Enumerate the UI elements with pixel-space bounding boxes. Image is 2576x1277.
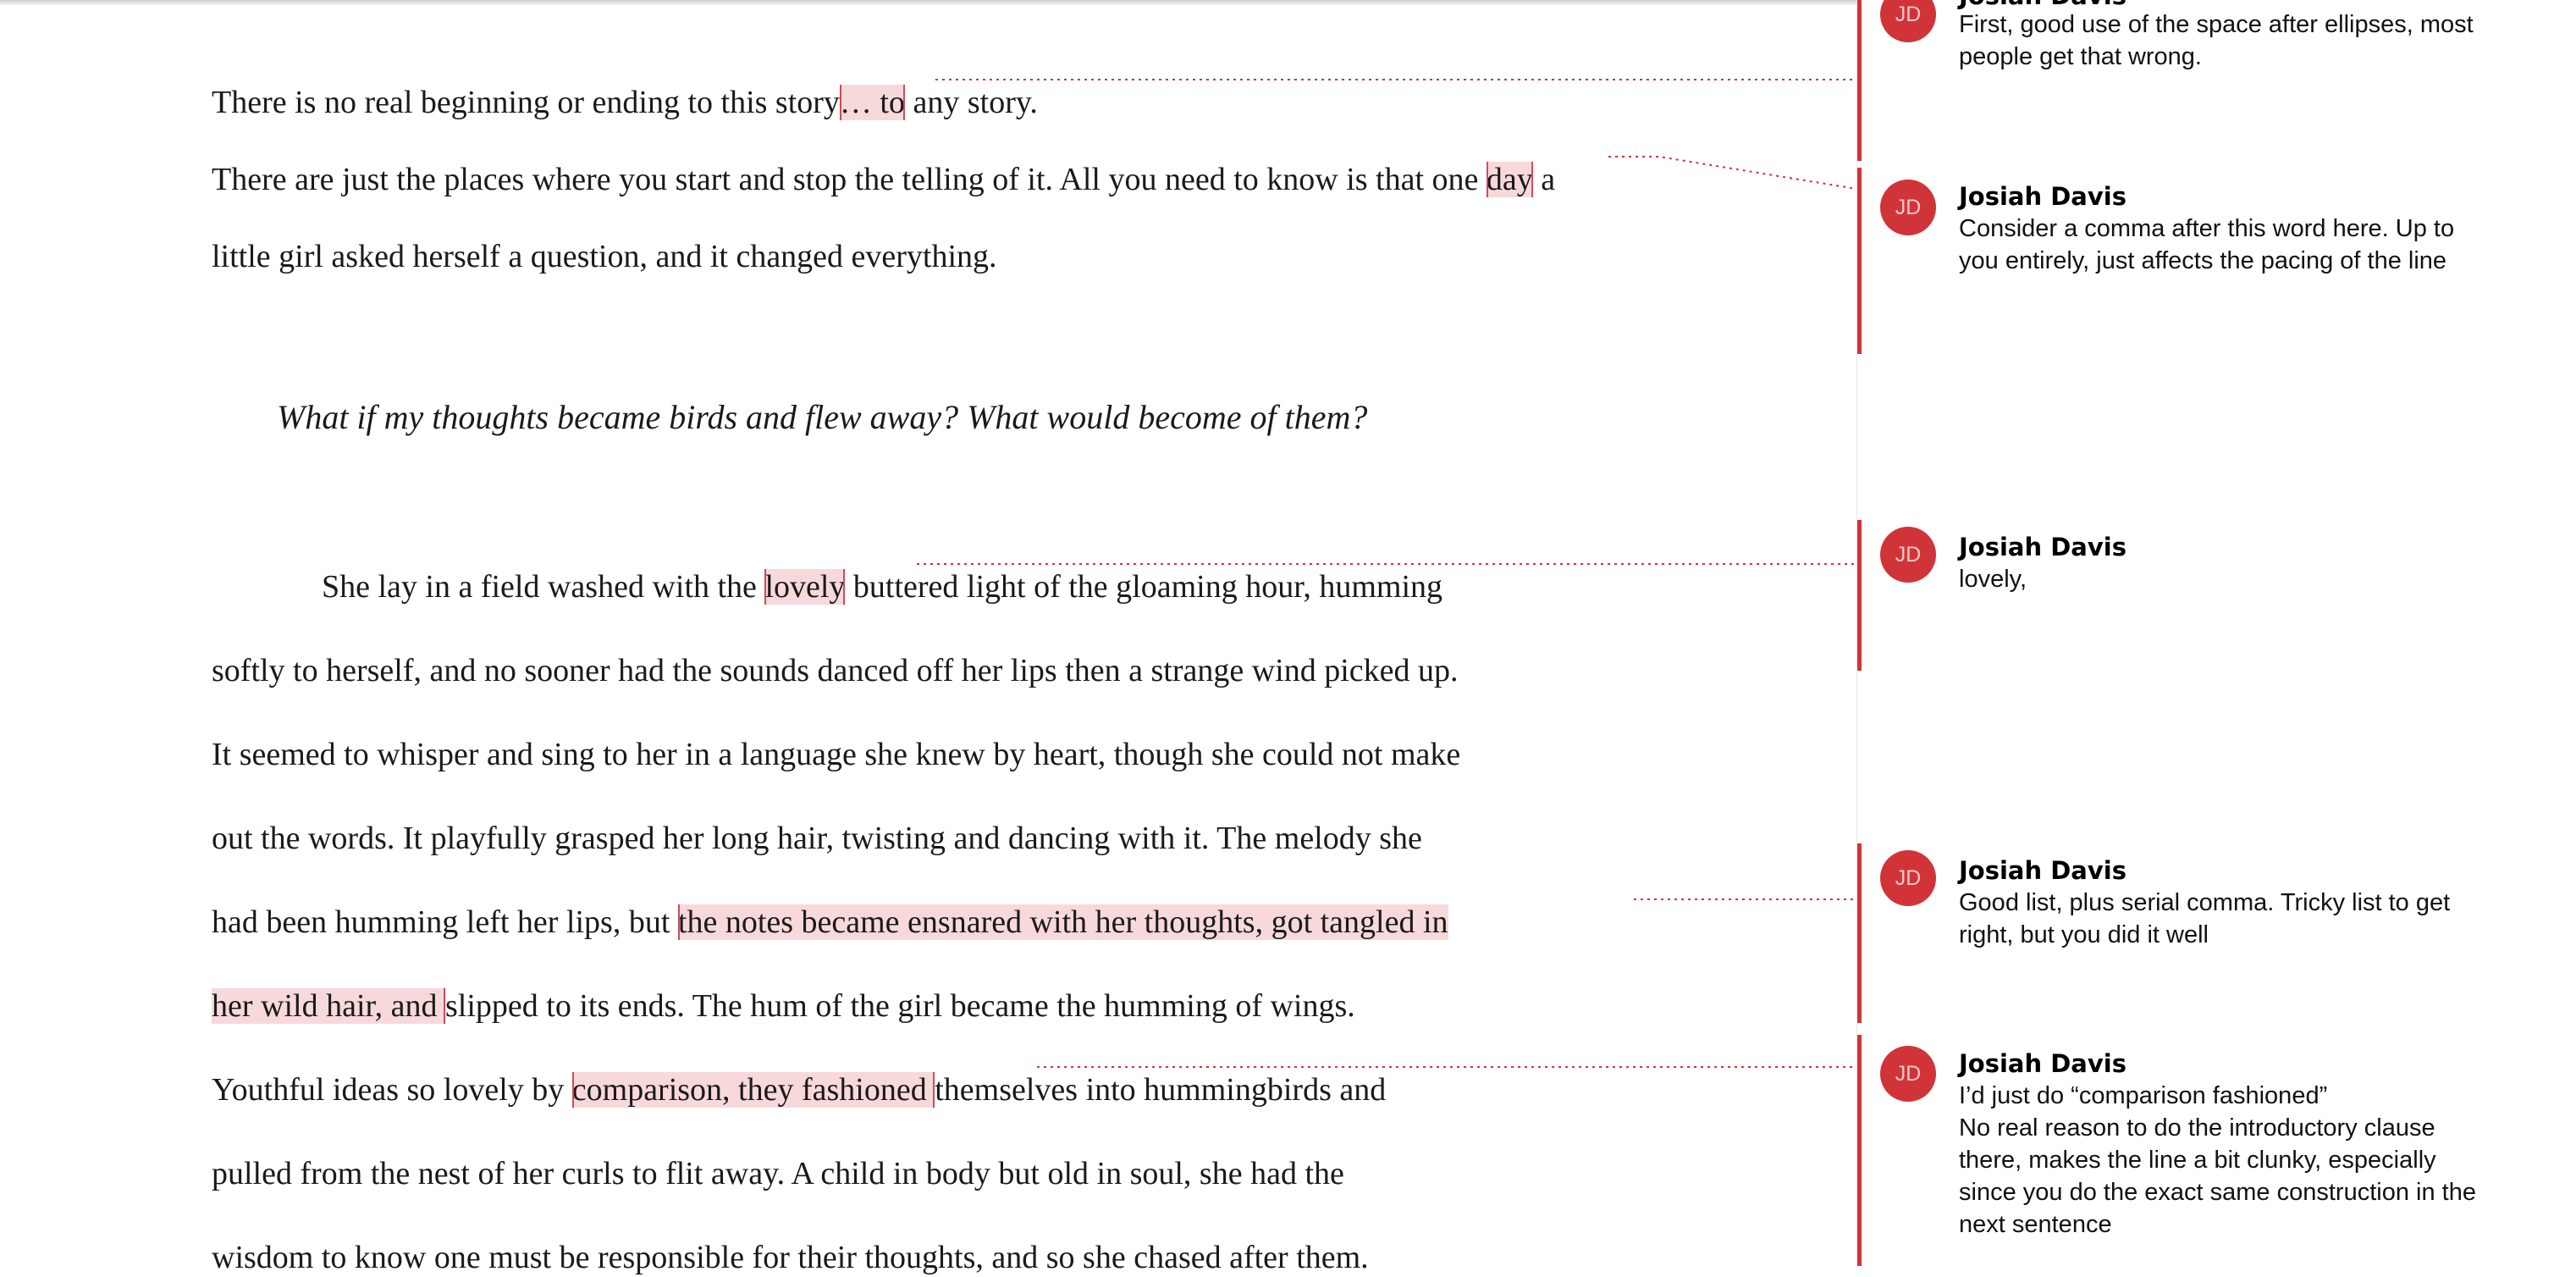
comment-anchor-list-start[interactable]: the notes became ensnared with her thoug… [677, 904, 1448, 940]
comment-anchor-ellipsis[interactable]: … to [839, 85, 905, 120]
comment-line: there, makes the line a bit clunky, espe… [1959, 1147, 2436, 1174]
text-run: a [1532, 162, 1556, 197]
faded-heading-text: ~ ~ ~ ~ [203, 0, 626, 10]
comment-anchor-list-end[interactable]: her wild hair, and [212, 988, 446, 1024]
text-run: There is no real beginning or ending to … [212, 85, 840, 120]
comment-card-4[interactable]: JD Josiah Davis Good list, plus serial c… [1857, 843, 2576, 1023]
comment-line: Good list, plus serial comma. Tricky lis… [1959, 889, 2451, 916]
comment-author: Josiah Davis [1959, 1049, 2126, 1078]
paragraph2-line2[interactable]: softly to herself, and no sooner had the… [212, 651, 1459, 690]
text-run: She lay in a field washed with the [322, 569, 765, 605]
comment-body: Good list, plus serial comma. Tricky lis… [1959, 887, 2551, 951]
comment-active-bar [1857, 1035, 1862, 1266]
comments-pane: JD Josiah Davis First, good use of the s… [1856, 0, 2576, 1266]
comment-active-bar [1857, 168, 1862, 354]
comment-active-bar [1857, 843, 1862, 1023]
comment-card-2[interactable]: JD Josiah Davis Consider a comma after t… [1857, 168, 2576, 354]
comment-line: you entirely, just affects the pacing of… [1959, 247, 2447, 274]
paragraph1-line1[interactable]: There is no real beginning or ending to … [212, 83, 1038, 122]
text-run: There are just the places where you star… [212, 162, 1487, 197]
paragraph2-line9[interactable]: wisdom to know one must be responsible f… [212, 1238, 1369, 1277]
comment-author: Josiah Davis [1959, 856, 2126, 885]
paragraph1-line2[interactable]: There are just the places where you star… [212, 160, 1555, 199]
comment-line: No real reason to do the introductory cl… [1959, 1114, 2435, 1142]
comment-body: I’d just do “comparison fashioned” No re… [1959, 1080, 2551, 1241]
comment-line: next sentence [1959, 1211, 2112, 1238]
comment-anchor-day[interactable]: day [1486, 162, 1533, 197]
comment-line: right, but you did it well [1959, 921, 2209, 948]
comment-author: Josiah Davis [1959, 533, 2126, 561]
avatar: JD [1880, 1046, 1936, 1102]
comment-anchor-comparison[interactable]: comparison, they fashioned [571, 1072, 935, 1108]
paragraph2-line1[interactable]: She lay in a field washed with the lovel… [322, 567, 1442, 606]
epigraph[interactable]: What if my thoughts became birds and fle… [277, 398, 1367, 437]
text-run: had been humming left her lips, but [212, 904, 678, 940]
comment-body: Consider a comma after this word here. U… [1959, 213, 2551, 277]
text-run: slipped to its ends. The hum of the girl… [445, 988, 1355, 1024]
comment-active-bar [1857, 0, 1862, 161]
text-run: any story. [904, 85, 1038, 120]
comment-author: Josiah Davis [1959, 182, 2126, 211]
comment-active-bar [1857, 520, 1862, 671]
avatar: JD [1880, 0, 1936, 42]
paragraph1-line3[interactable]: little girl asked herself a question, an… [212, 237, 997, 276]
comment-line: since you do the exact same construction… [1959, 1179, 2476, 1206]
comment-line: First, good use of the space after ellip… [1959, 11, 2474, 38]
text-run: buttered light of the gloaming hour, hum… [845, 569, 1443, 605]
paragraph2-line5[interactable]: had been humming left her lips, but the … [212, 903, 1448, 942]
comment-line: I’d just do “comparison fashioned” [1959, 1082, 2328, 1109]
paragraph2-line6[interactable]: her wild hair, and slipped to its ends. … [212, 987, 1355, 1025]
avatar: JD [1880, 527, 1936, 583]
paragraph2-line3[interactable]: It seemed to whisper and sing to her in … [212, 735, 1460, 774]
text-run: Youthful ideas so lovely by [212, 1072, 572, 1108]
comment-body: lovely, [1959, 563, 2551, 595]
comment-line: Consider a comma after this word here. U… [1959, 215, 2455, 242]
document-page[interactable]: ~ ~ ~ ~ There is no real beginning or en… [0, 0, 1856, 1275]
text-run: themselves into hummingbirds and [935, 1072, 1387, 1108]
comment-anchor-lovely[interactable]: lovely [764, 569, 846, 605]
avatar: JD [1880, 850, 1936, 906]
comment-line: people get that wrong. [1959, 43, 2202, 70]
comment-card-1[interactable]: JD Josiah Davis First, good use of the s… [1857, 0, 2576, 161]
comment-card-3[interactable]: JD Josiah Davis lovely, [1857, 520, 2576, 671]
paragraph2-line4[interactable]: out the words. It playfully grasped her … [212, 819, 1422, 858]
comment-body: First, good use of the space after ellip… [1959, 8, 2551, 73]
paragraph2-line8[interactable]: pulled from the nest of her curls to fli… [212, 1154, 1344, 1193]
avatar: JD [1880, 180, 1936, 235]
paragraph2-line7[interactable]: Youthful ideas so lovely by comparison, … [212, 1070, 1386, 1109]
comment-card-5[interactable]: JD Josiah Davis I’d just do “comparison … [1857, 1035, 2576, 1266]
comment-line: lovely, [1959, 566, 2027, 593]
